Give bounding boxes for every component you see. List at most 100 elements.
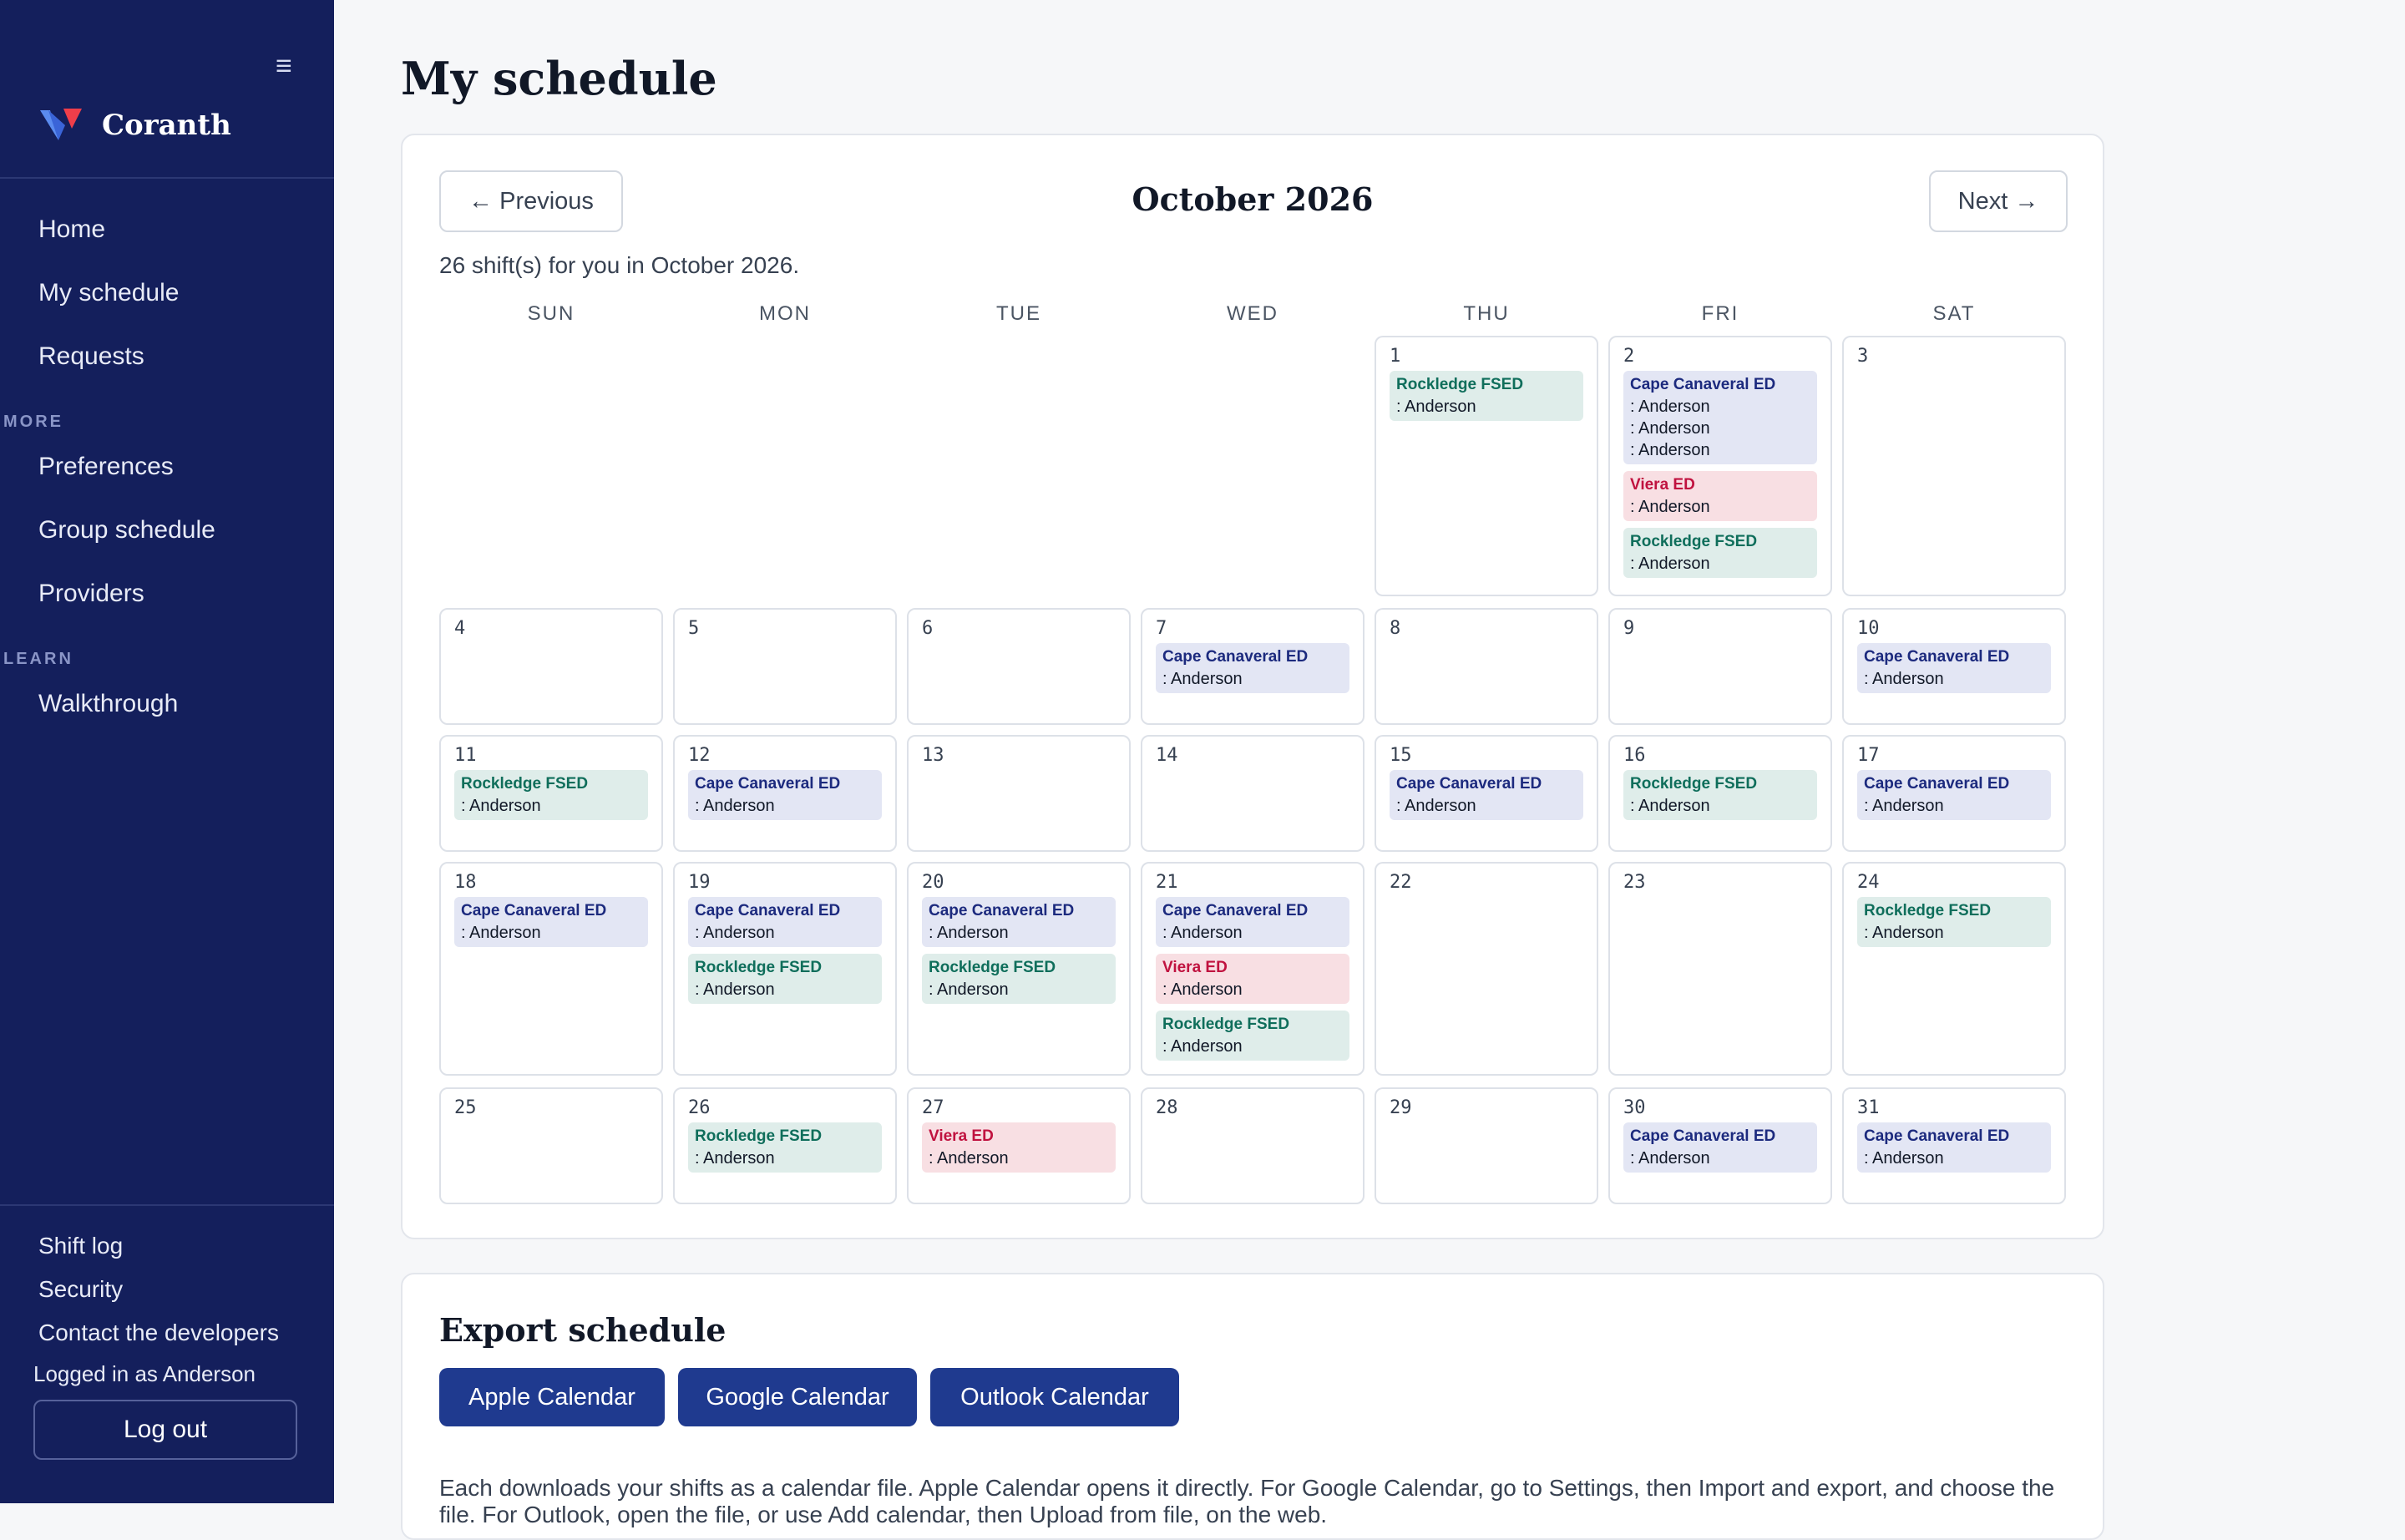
shift-entry[interactable]: Cape Canaveral ED: Anderson [688,770,882,820]
shift-location: Rockledge FSED [695,1127,823,1145]
next-month-button[interactable]: Next → [1929,170,2068,232]
sidebar-item-home[interactable]: Home [38,215,105,244]
day-number: 6 [922,618,934,639]
sidebar-item-providers[interactable]: Providers [38,580,144,608]
shift-provider: : Anderson [1396,797,1476,815]
shift-location: Cape Canaveral ED [1162,648,1309,666]
shift-entry[interactable]: Viera ED: Anderson [922,1122,1116,1173]
day-cell[interactable]: 3 [1842,336,2066,596]
day-number: 29 [1390,1097,1412,1118]
sidebar-divider [0,177,334,179]
day-number: 3 [1857,346,1869,367]
sidebar-item-my-schedule[interactable]: My schedule [38,279,179,307]
sidebar-item-requests[interactable]: Requests [38,342,144,371]
shift-entry[interactable]: Cape Canaveral ED: Anderson [688,897,882,947]
shift-entry[interactable]: Rockledge FSED: Anderson [1156,1011,1349,1061]
shift-entry[interactable]: Rockledge FSED: Anderson [688,954,882,1004]
shift-log-link[interactable]: Shift log [38,1233,123,1259]
shift-provider: : Anderson [1630,555,1710,573]
logout-button[interactable]: Log out [33,1400,297,1460]
day-cell[interactable]: 10 Cape Canaveral ED: Anderson [1842,608,2066,725]
shift-entry[interactable]: Rockledge FSED : Anderson [1623,770,1817,820]
apple-calendar-button[interactable]: Apple Calendar [439,1368,665,1426]
shift-location: Cape Canaveral ED [1630,376,1776,393]
day-cell[interactable]: 26 Rockledge FSED: Anderson [673,1087,897,1204]
day-cell[interactable]: 7 Cape Canaveral ED: Anderson [1141,608,1365,725]
shift-entry[interactable]: Rockledge FSED: Anderson [454,770,648,820]
shift-entry[interactable]: Rockledge FSED: Anderson [1390,371,1583,421]
shift-entry[interactable]: Viera ED: Anderson [1156,954,1349,1004]
shift-entry[interactable]: Rockledge FSED: Anderson [1857,897,2051,947]
day-cell[interactable]: 8 [1375,608,1598,725]
shift-entry[interactable]: Viera ED: Anderson [1623,471,1817,521]
weekday-header: TUE [996,302,1041,325]
menu-toggle-icon[interactable]: ≡ [276,50,292,83]
shift-provider: : Anderson [1864,1149,1944,1168]
outlook-calendar-button[interactable]: Outlook Calendar [930,1368,1179,1426]
day-cell[interactable]: 31 Cape Canaveral ED: Anderson [1842,1087,2066,1204]
export-card: Export schedule Apple Calendar Google Ca… [401,1273,2104,1540]
day-cell[interactable]: 21 Cape Canaveral ED: Anderson Viera ED: A… [1141,862,1365,1076]
sidebar-item-walkthrough[interactable]: Walkthrough [38,690,178,718]
day-cell[interactable]: 2 Cape Canaveral ED: Anderson: Anderson: … [1608,336,1832,596]
contact-developers-link[interactable]: Contact the developers [38,1320,279,1346]
day-cell[interactable]: 23 [1608,862,1832,1076]
day-number: 24 [1857,872,1880,893]
sidebar-item-preferences[interactable]: Preferences [38,453,174,481]
shift-provider: : Anderson [1630,797,1710,815]
weekday-header: SUN [527,302,575,325]
shift-entry[interactable]: Rockledge FSED: Anderson [922,954,1116,1004]
shift-entry[interactable]: Rockledge FSED: Anderson [688,1122,882,1173]
shift-entry[interactable]: Cape Canaveral ED: Anderson [1857,770,2051,820]
shift-location: Viera ED [1162,959,1228,976]
day-cell[interactable]: 15 Cape Canaveral ED: Anderson [1375,735,1598,852]
day-cell[interactable]: 5 [673,608,897,725]
day-cell[interactable]: 14 [1141,735,1365,852]
day-cell[interactable]: 28 [1141,1087,1365,1204]
day-number: 21 [1156,872,1178,893]
day-number: 11 [454,745,477,766]
sidebar-item-group-schedule[interactable]: Group schedule [38,516,215,545]
day-cell[interactable]: 27 Viera ED: Anderson [907,1087,1131,1204]
shift-entry[interactable]: Cape Canaveral ED: Anderson [1857,643,2051,693]
shift-entry[interactable]: Cape Canaveral ED: Anderson [1857,1122,2051,1173]
day-cell[interactable]: 22 [1375,862,1598,1076]
shift-entry[interactable]: Cape Canaveral ED: Anderson: Anderson: A… [1623,371,1817,464]
day-cell[interactable]: 17 Cape Canaveral ED: Anderson [1842,735,2066,852]
day-cell[interactable]: 4 [439,608,663,725]
day-number: 7 [1156,618,1167,639]
day-cell[interactable]: 24 Rockledge FSED: Anderson [1842,862,2066,1076]
security-link[interactable]: Security [38,1276,123,1303]
day-cell[interactable]: 13 [907,735,1131,852]
day-cell[interactable]: 20 Cape Canaveral ED: Anderson Rockledge F… [907,862,1131,1076]
brand[interactable]: Coranth [40,104,231,147]
day-cell[interactable]: 6 [907,608,1131,725]
shift-location: Rockledge FSED [1630,533,1758,550]
shift-location: Rockledge FSED [1630,775,1758,793]
day-cell[interactable]: 19 Cape Canaveral ED: Anderson Rockledge F… [673,862,897,1076]
day-cell[interactable]: 25 [439,1087,663,1204]
google-calendar-button[interactable]: Google Calendar [678,1368,917,1426]
shift-entry[interactable]: Rockledge FSED : Anderson [1623,528,1817,578]
day-cell[interactable]: 29 [1375,1087,1598,1204]
shift-entry[interactable]: Cape Canaveral ED: Anderson [1390,770,1583,820]
shift-location: Cape Canaveral ED [1630,1127,1776,1145]
day-number: 28 [1156,1097,1178,1118]
shift-provider: : Anderson [1162,924,1243,942]
shift-location: Viera ED [1630,476,1695,494]
shift-provider: : Anderson [1396,398,1476,416]
shift-entry[interactable]: Cape Canaveral ED: Anderson [1623,1122,1817,1173]
day-cell[interactable]: 16 Rockledge FSED: Anderson [1608,735,1832,852]
shift-provider: : Anderson [929,980,1009,999]
shift-entry[interactable]: Cape Canaveral ED: Anderson [922,897,1116,947]
day-cell[interactable]: 1 Rockledge FSED: Anderson [1375,336,1598,596]
day-cell[interactable]: 12 Cape Canaveral ED: Anderson [673,735,897,852]
coranth-logo-icon [40,109,82,140]
shift-entry[interactable]: Cape Canaveral ED: Anderson [454,897,648,947]
day-cell[interactable]: 30 Cape Canaveral ED: Anderson [1608,1087,1832,1204]
shift-entry[interactable]: Cape Canaveral ED: Anderson [1156,643,1349,693]
day-cell[interactable]: 18 Cape Canaveral ED: Anderson [439,862,663,1076]
day-cell[interactable]: 9 [1608,608,1832,725]
shift-entry[interactable]: Cape Canaveral ED: Anderson [1156,897,1349,947]
day-cell[interactable]: 11 Rockledge FSED: Anderson [439,735,663,852]
